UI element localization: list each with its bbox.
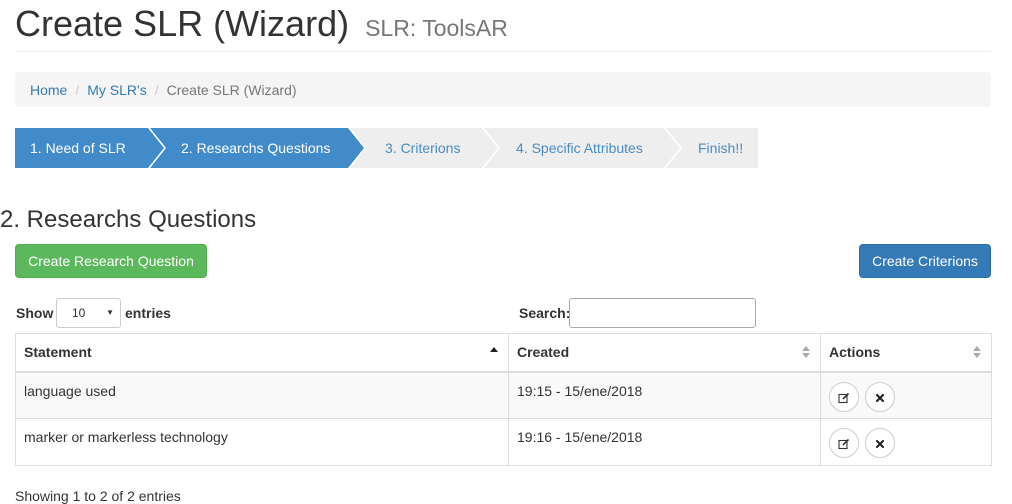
sort-icon (801, 346, 811, 360)
breadcrumb-separator: / (75, 81, 80, 98)
cell-statement: language used (15, 371, 509, 419)
wizard-step-2[interactable]: 2. Researchs Questions (181, 128, 330, 168)
table-header-row: Statement Created Actions (15, 333, 992, 373)
cell-created: 19:15 - 15/ene/2018 (508, 371, 821, 419)
page-subtitle: SLR: ToolsAR (365, 15, 508, 41)
delete-icon (875, 440, 884, 449)
wizard-step-1[interactable]: 1. Need of SLR (30, 128, 126, 168)
wizard-step-5[interactable]: Finish!! (698, 128, 743, 168)
page-title-text: Create SLR (Wizard) (15, 3, 350, 44)
show-label: Show (16, 305, 54, 321)
breadcrumb-current: Create SLR (Wizard) (166, 81, 297, 98)
edit-icon (838, 439, 850, 450)
cell-statement: marker or markerless technology (15, 418, 509, 466)
table-info: Showing 1 to 2 of 2 entries (15, 488, 181, 504)
breadcrumb-my-slrs-link[interactable]: My SLR's (87, 82, 146, 98)
column-header-actions-label: Actions (829, 344, 881, 361)
cell-created: 19:16 - 15/ene/2018 (508, 418, 821, 466)
column-header-statement-label: Statement (24, 344, 92, 361)
wizard-step-4[interactable]: 4. Specific Attributes (516, 128, 643, 168)
column-header-created-label: Created (517, 344, 570, 361)
page-title: Create SLR (Wizard) SLR: ToolsAR (15, 4, 508, 48)
delete-button[interactable] (864, 381, 895, 412)
cell-actions (820, 371, 992, 419)
chevron-down-icon: ▼ (106, 308, 114, 317)
sort-icon (972, 346, 982, 360)
entries-label: entries (125, 305, 171, 321)
edit-icon (838, 392, 850, 403)
wizard-step-3[interactable]: 3. Criterions (385, 128, 460, 168)
page-length-value: 10 (72, 306, 86, 320)
page-length-select[interactable]: 10 ▼ (56, 298, 121, 328)
create-criterions-button[interactable]: Create Criterions (859, 244, 991, 278)
search-input[interactable] (569, 298, 756, 328)
page-header: Create SLR (Wizard) SLR: ToolsAR (15, 0, 991, 52)
breadcrumb-separator: / (154, 81, 159, 98)
delete-icon (875, 393, 884, 402)
column-header-created[interactable]: Created (508, 333, 821, 373)
sort-ascending-icon (490, 347, 498, 352)
cell-actions (820, 418, 992, 466)
create-research-question-button[interactable]: Create Research Question (15, 244, 207, 278)
table-row: marker or markerless technology 19:16 - … (15, 418, 992, 466)
breadcrumb: Home / My SLR's / Create SLR (Wizard) (15, 72, 991, 107)
breadcrumb-home-link[interactable]: Home (30, 82, 67, 98)
search-label: Search: (519, 305, 571, 321)
column-header-actions[interactable]: Actions (820, 333, 992, 373)
table-row: language used 19:15 - 15/ene/2018 (15, 371, 992, 419)
delete-button[interactable] (864, 428, 895, 458)
edit-button[interactable] (829, 381, 859, 412)
research-questions-table: Statement Created Actions language used … (15, 333, 992, 466)
section-title: 2. Researchs Questions (0, 206, 257, 233)
column-header-statement[interactable]: Statement (15, 333, 509, 373)
edit-button[interactable] (829, 428, 859, 458)
